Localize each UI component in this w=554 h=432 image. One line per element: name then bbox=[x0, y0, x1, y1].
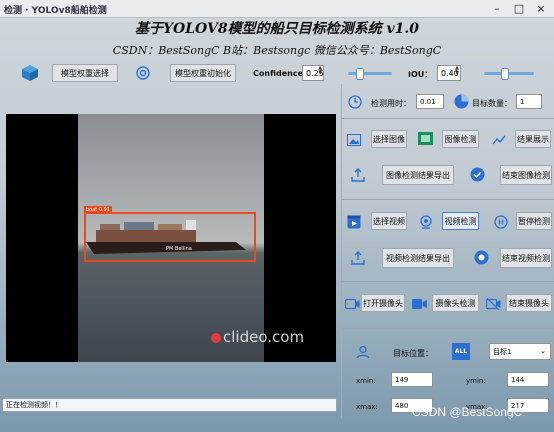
spin-arrows-icon[interactable]: ▲ ▼ bbox=[455, 66, 459, 76]
check-icon bbox=[470, 167, 485, 182]
spin-arrows-icon[interactable]: ▲ ▼ bbox=[318, 66, 322, 76]
stop-icon bbox=[474, 250, 489, 265]
chevron-down-icon: ⌄ bbox=[540, 347, 546, 355]
iou-slider[interactable] bbox=[484, 68, 534, 80]
minimize-button[interactable]: – bbox=[486, 2, 508, 16]
all-targets-icon: ALL bbox=[452, 343, 470, 360]
cube-icon bbox=[21, 64, 39, 82]
model-init-button[interactable]: 模型权重初始化 bbox=[170, 64, 236, 82]
confidence-spinbox[interactable]: 0.25 ▲ ▼ bbox=[302, 65, 324, 81]
time-label: 检测用时： bbox=[371, 99, 411, 108]
confidence-slider[interactable] bbox=[348, 68, 392, 80]
video-file-icon bbox=[346, 214, 361, 229]
pause-detect-button[interactable]: 暂停检测 bbox=[516, 212, 552, 230]
app-subtitle: CSDN：BestSongC B站：Bestsongc 微信公众号：BestSo… bbox=[112, 44, 442, 57]
target-select-value: 目标1 bbox=[493, 347, 512, 356]
iou-spinbox[interactable]: 0.40 ▲ ▼ bbox=[437, 65, 461, 81]
upload-icon bbox=[350, 250, 365, 265]
divider bbox=[341, 199, 554, 200]
close-button[interactable]: × bbox=[530, 2, 552, 16]
status-bar: 正在检测视频！！ bbox=[2, 398, 337, 412]
count-label: 目标数量： bbox=[472, 99, 512, 108]
slider-handle[interactable] bbox=[501, 68, 509, 80]
webcam-icon bbox=[418, 214, 433, 229]
video-frame: PM Bellina boat 0.91 bbox=[78, 114, 264, 362]
detect-image-button[interactable]: 图像检测 bbox=[442, 130, 479, 148]
open-camera-button[interactable]: 打开摄像头 bbox=[361, 294, 405, 312]
watermark-text: clideo.com bbox=[223, 328, 305, 346]
camera-icon bbox=[345, 296, 360, 311]
window-titlebar: 检测 · YOLOv8船舶检测 – □ × bbox=[0, 0, 554, 18]
count-field: 1 bbox=[516, 94, 542, 109]
pause-icon bbox=[493, 214, 508, 229]
ymin-field: 144 bbox=[507, 372, 549, 387]
divider bbox=[341, 118, 554, 119]
video-camera-icon bbox=[412, 296, 427, 311]
image-icon bbox=[346, 132, 361, 147]
watermark-logo-icon bbox=[211, 332, 221, 343]
export-image-button[interactable]: 图像检测结果导出 bbox=[382, 165, 454, 185]
watermark: clideo.com bbox=[211, 328, 304, 346]
end-image-button[interactable]: 结束图像检测 bbox=[500, 165, 552, 185]
divider bbox=[341, 328, 554, 329]
iou-label: IOU： bbox=[408, 70, 433, 79]
end-video-button[interactable]: 结束视频检测 bbox=[500, 248, 552, 268]
window-title: 检测 · YOLOv8船舶检测 bbox=[4, 6, 107, 16]
pie-icon bbox=[454, 94, 469, 109]
select-video-button[interactable]: 选择视频 bbox=[371, 212, 407, 230]
clock-icon bbox=[347, 94, 362, 109]
chart-line-icon bbox=[491, 132, 506, 147]
camera-detect-button[interactable]: 摄像头检测 bbox=[432, 294, 479, 312]
select-image-button[interactable]: 选择图像 bbox=[371, 130, 407, 148]
detection-label: boat 0.91 bbox=[84, 206, 112, 214]
confidence-label: Confidence: bbox=[253, 69, 307, 78]
target-position-label: 目标位置： bbox=[393, 349, 433, 358]
target-icon bbox=[134, 64, 152, 82]
camera-off-icon bbox=[486, 296, 501, 311]
detect-video-button[interactable]: 视频检测 bbox=[442, 212, 479, 230]
video-display: PM Bellina boat 0.91 clideo.com bbox=[6, 114, 336, 362]
slider-handle[interactable] bbox=[356, 68, 364, 80]
upload-icon bbox=[350, 167, 365, 182]
credit-watermark: CSDN @BestSongC bbox=[412, 405, 523, 419]
ymin-label: ymin: bbox=[466, 377, 486, 385]
xmin-label: xmin: bbox=[356, 377, 376, 385]
target-select[interactable]: 目标1 ⌄ bbox=[489, 343, 551, 360]
user-icon bbox=[355, 344, 370, 359]
divider bbox=[341, 281, 554, 282]
maximize-button[interactable]: □ bbox=[508, 2, 530, 16]
export-video-button[interactable]: 视频检测结果导出 bbox=[382, 248, 454, 268]
xmin-field: 149 bbox=[391, 372, 433, 387]
xmax-label: xmax: bbox=[356, 403, 378, 411]
time-field: 0.01 bbox=[416, 94, 444, 109]
detect-image-icon bbox=[418, 131, 433, 146]
show-result-button[interactable]: 结果展示 bbox=[515, 130, 551, 148]
app-title: 基于YOLOV8模型的船只目标检测系统 v1.0 bbox=[135, 21, 419, 37]
model-select-button[interactable]: 模型权重选择 bbox=[52, 64, 118, 82]
end-camera-button[interactable]: 结束摄像头 bbox=[506, 294, 552, 312]
detection-box bbox=[84, 212, 256, 262]
